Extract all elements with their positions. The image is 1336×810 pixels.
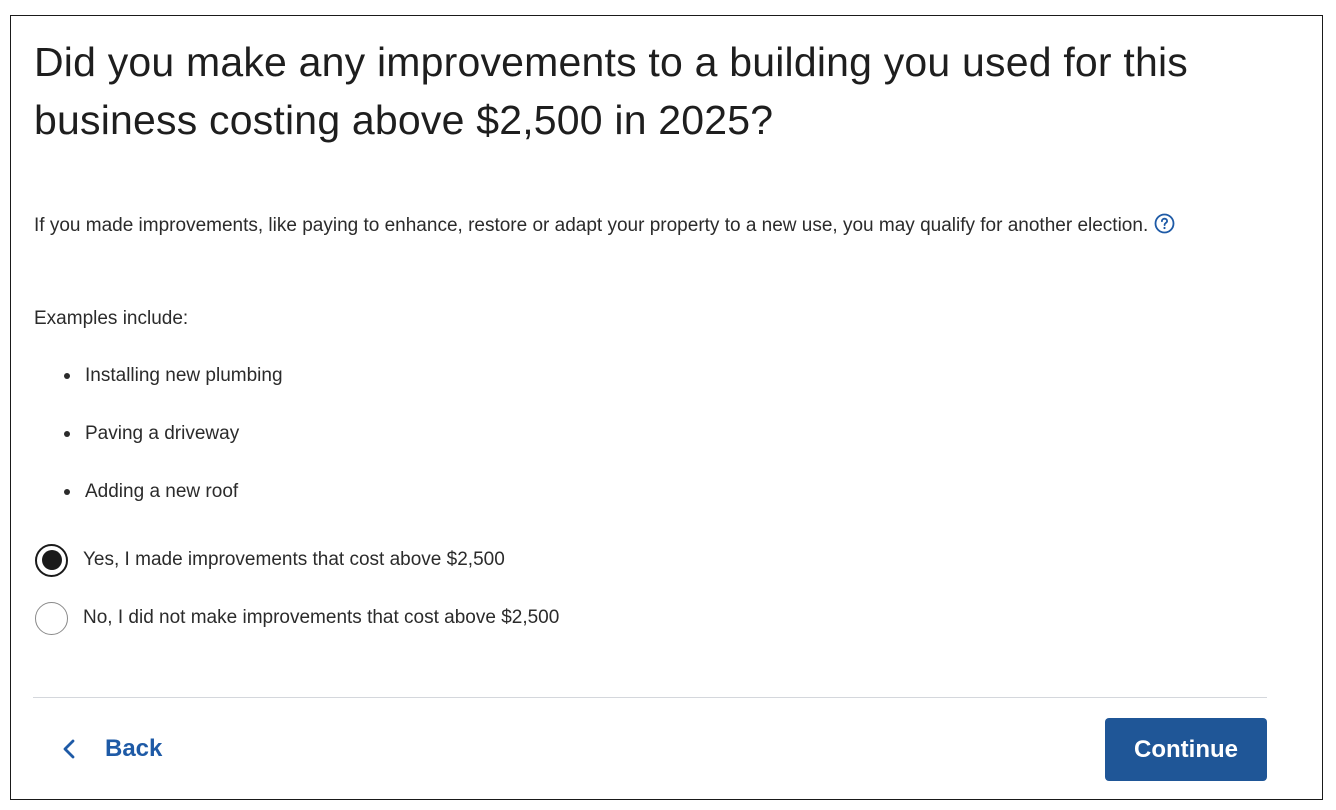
list-item-text: Installing new plumbing (85, 365, 283, 386)
list-item: Installing new plumbing (64, 360, 283, 392)
list-item-text: Paving a driveway (85, 423, 240, 444)
back-label[interactable]: Back (105, 735, 162, 763)
radio-button-no[interactable] (35, 601, 68, 635)
question-circle-icon[interactable] (1154, 213, 1175, 234)
footer-divider (33, 697, 1267, 698)
intro-text-content: If you made improvements, like paying to… (34, 215, 1149, 236)
intro-text: If you made improvements, like paying to… (34, 210, 1254, 242)
back-button[interactable]: Back (61, 729, 162, 769)
bullet-icon (64, 373, 70, 379)
chevron-left-icon (61, 738, 77, 760)
radio-option-no[interactable]: No, I did not make improvements that cos… (35, 600, 559, 636)
list-item-text: Adding a new roof (85, 481, 239, 502)
list-item: Adding a new roof (64, 476, 283, 508)
list-item: Paving a driveway (64, 418, 283, 450)
question-card: Did you make any improvements to a build… (10, 15, 1323, 800)
radio-button-yes[interactable] (35, 543, 68, 577)
radio-label-yes[interactable]: Yes, I made improvements that cost above… (83, 544, 505, 576)
radio-label-no[interactable]: No, I did not make improvements that cos… (83, 602, 559, 634)
improvements-radio-group: Yes, I made improvements that cost above… (35, 542, 559, 658)
examples-list: Installing new plumbing Paving a drivewa… (64, 360, 283, 534)
examples-label: Examples include: (34, 308, 189, 329)
bullet-icon (64, 489, 70, 495)
page-title: Did you make any improvements to a build… (34, 39, 1188, 143)
radio-selected-dot (41, 550, 62, 570)
radio-option-yes[interactable]: Yes, I made improvements that cost above… (35, 542, 559, 578)
bullet-icon (64, 431, 70, 437)
continue-button[interactable]: Continue (1105, 718, 1267, 781)
